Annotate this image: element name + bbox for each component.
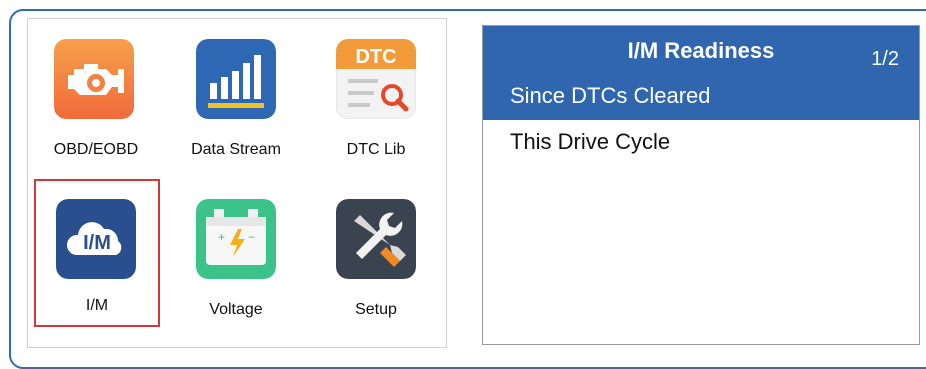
im-icon-text: I/M (83, 232, 111, 254)
menu-item-label: DTC Lib (346, 141, 406, 158)
battery-icon: + − (196, 199, 276, 279)
dtc-library-icon: DTC (336, 39, 416, 119)
menu-item-label: Data Stream (191, 141, 281, 158)
menu-item-label: Setup (355, 301, 397, 318)
im-cloud-icon: I/M (56, 199, 136, 279)
page-indicator: 1/2 (871, 48, 899, 70)
menu-item-data-stream[interactable]: Data Stream (168, 19, 308, 169)
im-readiness-screen: I/M Readiness 1/2 Since DTCs Cleared Thi… (482, 25, 920, 345)
menu-item-im[interactable]: I/M I/M (34, 179, 160, 327)
menu-item-setup[interactable]: Setup (308, 179, 448, 329)
tools-icon (336, 199, 416, 279)
svg-text:−: − (248, 230, 255, 244)
option-since-dtcs-cleared[interactable]: Since DTCs Cleared (483, 72, 919, 120)
dtc-icon-text: DTC (355, 46, 396, 68)
menu-item-label: I/M (85, 297, 109, 314)
menu-item-voltage[interactable]: + − Voltage (168, 179, 308, 329)
screen-header: I/M Readiness 1/2 (483, 26, 919, 72)
menu-item-dtc-lib[interactable]: DTC DTC Lib (308, 19, 448, 169)
option-this-drive-cycle[interactable]: This Drive Cycle (483, 118, 919, 166)
svg-text:+: + (218, 230, 225, 244)
menu-item-obd-eobd[interactable]: OBD/EOBD (28, 19, 168, 169)
menu-item-label: Voltage (209, 301, 263, 318)
bar-chart-icon (196, 39, 276, 119)
screen-title: I/M Readiness (627, 38, 775, 63)
engine-icon (54, 39, 134, 119)
menu-item-label: OBD/EOBD (53, 141, 139, 158)
main-menu-panel: OBD/EOBD Data Stream DTC DTC Lib I/M I/M… (27, 18, 447, 348)
